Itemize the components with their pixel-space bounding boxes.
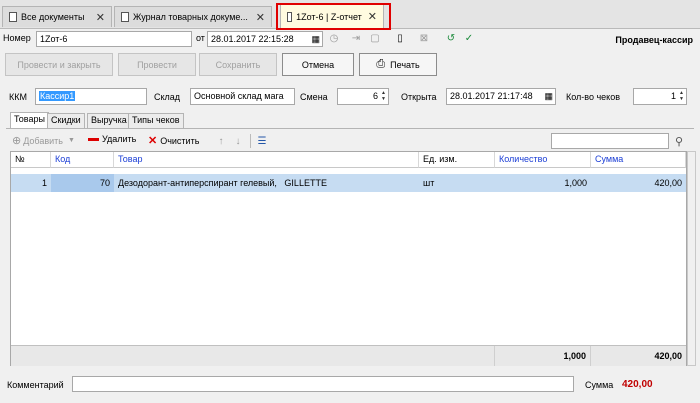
table-row[interactable]: 1 70 Дезодорант-антиперспирант гелевый, … bbox=[11, 174, 686, 192]
column-header-quantity[interactable]: Количество bbox=[495, 152, 591, 168]
smena-value: 6 bbox=[372, 91, 378, 101]
clear-x-icon: ✕ bbox=[148, 135, 158, 147]
tab-all-documents[interactable]: Все документы ✕ bbox=[2, 6, 112, 27]
sum-value: 420,00 bbox=[622, 379, 653, 390]
journal-icon bbox=[121, 12, 129, 22]
highlight-box bbox=[276, 3, 391, 30]
add-label: Добавить bbox=[23, 135, 63, 146]
calendar-icon[interactable]: ▦ bbox=[311, 33, 320, 46]
sum-label: Сумма bbox=[585, 380, 614, 390]
tab-label: Журнал товарных докуме... bbox=[133, 12, 248, 22]
clock-icon[interactable]: ◷ bbox=[327, 31, 341, 45]
row-sum: 420,00 bbox=[654, 178, 682, 188]
smena-field[interactable]: 6 ▲ ▼ bbox=[337, 88, 389, 105]
search-icon[interactable]: ⚲ bbox=[672, 134, 686, 148]
cancel-button[interactable]: Отмена bbox=[282, 53, 354, 76]
save-button[interactable]: Сохранить bbox=[199, 53, 277, 76]
go-to-icon[interactable]: ⇥ bbox=[349, 31, 363, 45]
row-code: 70 bbox=[51, 174, 114, 192]
otkryta-value: 28.01.2017 21:17:48 bbox=[450, 91, 533, 101]
post-button[interactable]: Провести bbox=[118, 53, 196, 76]
sklad-field[interactable]: Основной склад мага bbox=[190, 88, 295, 105]
tab-label: Все документы bbox=[21, 12, 85, 22]
vertical-scrollbar[interactable] bbox=[687, 151, 696, 366]
print-button[interactable]: ⎙ Печать bbox=[359, 53, 437, 76]
tab-goods[interactable]: Товары bbox=[10, 112, 49, 129]
history-icon[interactable]: ↺ bbox=[444, 31, 458, 45]
print-label: Печать bbox=[390, 59, 420, 70]
chevron-down-icon[interactable]: ▼ bbox=[68, 137, 75, 144]
calendar-icon[interactable]: ▦ bbox=[544, 90, 553, 103]
smena-label: Смена bbox=[300, 92, 328, 102]
comment-label: Комментарий bbox=[7, 380, 64, 390]
column-header-number[interactable]: № bbox=[11, 152, 51, 168]
new-document-icon[interactable]: ▯ bbox=[393, 31, 407, 45]
footer-total-quantity: 1,000 bbox=[495, 346, 591, 366]
search-input[interactable] bbox=[551, 133, 669, 149]
ot-label: от bbox=[196, 33, 205, 43]
tab-journal[interactable]: Журнал товарных докуме... ✕ bbox=[114, 6, 272, 27]
post-and-close-button[interactable]: Провести и закрыть bbox=[5, 53, 113, 76]
seller-label: Продавец-кассир bbox=[615, 35, 693, 45]
otkryta-label: Открыта bbox=[401, 92, 437, 102]
check-doc-icon[interactable]: ✓ bbox=[462, 31, 476, 45]
goods-table: № Код Товар Ед. изм. Количество Сумма 1 … bbox=[10, 151, 687, 366]
checks-label: Кол-во чеков bbox=[566, 92, 621, 102]
column-header-unit[interactable]: Ед. изм. bbox=[419, 152, 495, 168]
row-unit: шт bbox=[423, 178, 435, 188]
row-quantity: 1,000 bbox=[564, 178, 587, 188]
tab-revenue[interactable]: Выручка bbox=[87, 113, 131, 128]
sklad-label: Склад bbox=[154, 92, 181, 102]
delete-button[interactable]: Удалить bbox=[88, 134, 136, 144]
checks-value: 1 bbox=[670, 91, 676, 101]
date-value: 28.01.2017 22:15:28 bbox=[211, 34, 294, 44]
column-header-sum[interactable]: Сумма bbox=[591, 152, 686, 168]
comment-input[interactable] bbox=[72, 376, 574, 392]
footer-total-sum: 420,00 bbox=[654, 351, 682, 361]
arrow-up-icon[interactable]: ↑ bbox=[214, 134, 228, 148]
page-icon[interactable]: ▢ bbox=[368, 31, 382, 45]
footer-spacer bbox=[11, 346, 495, 366]
row-number: 1 bbox=[41, 178, 47, 188]
delete-label: Удалить bbox=[102, 134, 137, 144]
printer-icon: ⎙ bbox=[376, 58, 386, 70]
tab-divider bbox=[6, 128, 694, 129]
otkryta-field[interactable]: 28.01.2017 21:17:48 ▦ bbox=[446, 88, 556, 105]
tab-check-types[interactable]: Типы чеков bbox=[128, 113, 184, 128]
clear-label: Очистить bbox=[160, 135, 200, 146]
column-header-item[interactable]: Товар bbox=[114, 152, 419, 168]
tab-discounts[interactable]: Скидки bbox=[47, 113, 85, 128]
close-icon[interactable]: ✕ bbox=[250, 11, 265, 24]
add-button[interactable]: ⊕ Добавить ▼ bbox=[12, 134, 75, 147]
table-footer: 1,000 420,00 bbox=[11, 345, 686, 366]
table-settings-icon[interactable]: ☰ bbox=[255, 134, 269, 148]
plus-icon: ⊕ bbox=[12, 135, 22, 147]
document-icon bbox=[9, 12, 17, 22]
date-field[interactable]: 28.01.2017 22:15:28 ▦ bbox=[207, 31, 323, 47]
spinner-icon[interactable]: ▲ ▼ bbox=[678, 90, 685, 102]
kkm-field[interactable]: Кассир1 bbox=[35, 88, 147, 105]
row-item: Дезодорант-антиперспирант гелевый, GILLE… bbox=[118, 178, 327, 188]
checks-field[interactable]: 1 ▲ ▼ bbox=[633, 88, 687, 105]
clear-button[interactable]: ✕ Очистить bbox=[148, 134, 199, 147]
kkm-label: ККМ bbox=[9, 92, 27, 102]
arrow-down-icon[interactable]: ↓ bbox=[231, 134, 245, 148]
minus-icon bbox=[88, 137, 99, 141]
nomer-label: Номер bbox=[3, 33, 31, 43]
toolbar-divider bbox=[250, 134, 251, 148]
nomer-field[interactable]: 1Zот-6 bbox=[36, 31, 192, 47]
delete-document-icon[interactable]: ⊠ bbox=[417, 31, 431, 45]
spinner-icon[interactable]: ▲ ▼ bbox=[380, 90, 387, 102]
kkm-value: Кассир1 bbox=[39, 91, 76, 101]
column-header-code[interactable]: Код bbox=[51, 152, 114, 168]
close-icon[interactable]: ✕ bbox=[90, 11, 105, 24]
